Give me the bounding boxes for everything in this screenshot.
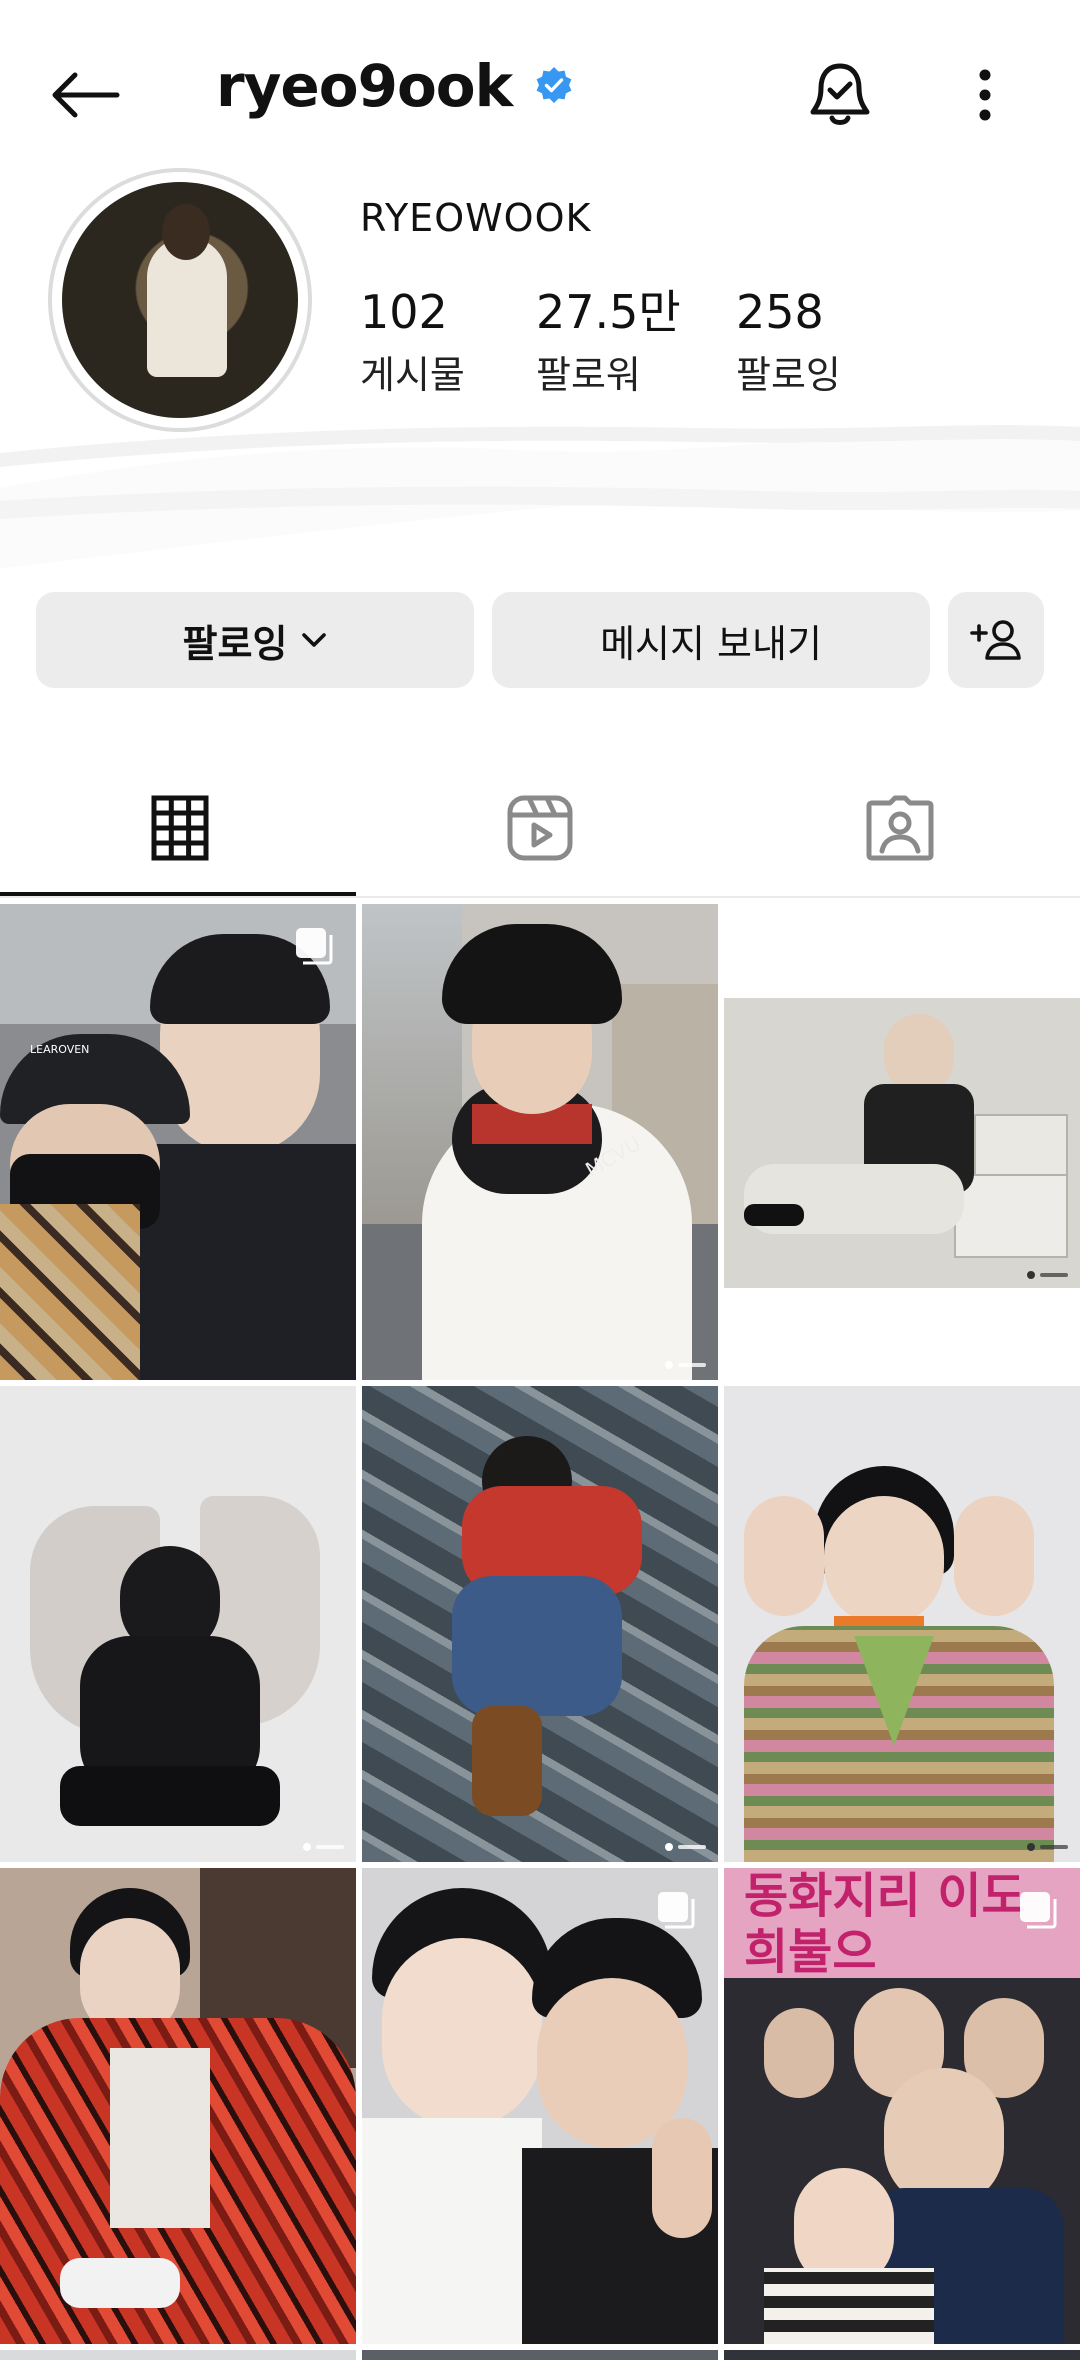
verified-badge-icon [536, 67, 572, 103]
reels-icon [507, 795, 573, 861]
reel-indicator-icon [1027, 1843, 1068, 1851]
add-user-button[interactable] [948, 592, 1044, 688]
post-tile[interactable] [362, 1868, 718, 2344]
message-button[interactable]: 메시지 보내기 [492, 592, 930, 688]
avatar [62, 182, 298, 418]
username-header: ryeo9ook [216, 48, 574, 124]
grid-icon [151, 795, 209, 861]
post-tile-partial[interactable] [724, 2350, 1080, 2360]
post-tile[interactable] [724, 1386, 1080, 1862]
redacted-bio-scribble [0, 425, 1080, 569]
reel-indicator-icon [1027, 1271, 1068, 1279]
post-tile[interactable] [0, 1386, 356, 1862]
reel-indicator-icon [303, 1843, 344, 1851]
carousel-icon [296, 928, 333, 965]
bell-check-icon [810, 63, 870, 125]
posts-count: 102 [360, 285, 448, 339]
post-tile[interactable]: LEAROVEN [0, 904, 356, 1380]
reel-indicator-icon [665, 1843, 706, 1851]
arrow-left-icon [52, 72, 120, 118]
following-label: 팔로잉 [736, 353, 841, 397]
following-button[interactable]: 팔로잉 [36, 592, 474, 688]
chevron-down-icon [302, 633, 327, 647]
post-tile[interactable] [362, 1386, 718, 1862]
post-tile-partial[interactable] [0, 2350, 356, 2360]
tab-grid[interactable] [0, 760, 360, 896]
tab-tagged[interactable] [720, 760, 1080, 896]
post-tile[interactable]: MCVU [362, 904, 718, 1380]
tab-divider [0, 896, 1080, 898]
carousel-icon [658, 1892, 695, 1929]
message-button-label: 메시지 보내기 [600, 621, 822, 666]
more-vertical-icon [979, 69, 991, 121]
add-user-icon [970, 620, 1021, 660]
followers-stat[interactable]: 27.5만 팔로워 [536, 282, 681, 400]
following-count: 258 [736, 285, 824, 339]
notifications-button[interactable] [795, 50, 885, 140]
posts-label: 게시물 [360, 353, 465, 397]
post-tile-partial[interactable] [362, 2350, 718, 2360]
tagged-user-icon [866, 795, 934, 861]
profile-avatar-ring[interactable] [48, 168, 312, 432]
carousel-icon [1020, 1892, 1057, 1929]
post-tile[interactable]: 동화지리 이도 희불으 [724, 1868, 1080, 2344]
cap-text: LEAROVEN [30, 1043, 90, 1056]
posts-stat: 102 게시물 [360, 282, 465, 400]
reel-indicator-icon [665, 1361, 706, 1369]
following-stat[interactable]: 258 팔로잉 [736, 282, 841, 400]
followers-label: 팔로워 [536, 353, 641, 397]
post-tile[interactable] [724, 904, 1080, 1380]
post-tile[interactable] [0, 1868, 356, 2344]
more-options-button[interactable] [940, 50, 1030, 140]
followers-count: 27.5만 [536, 285, 681, 339]
username: ryeo9ook [216, 52, 513, 120]
back-button[interactable] [40, 50, 130, 140]
display-name: RYEOWOOK [360, 196, 592, 240]
tab-reels[interactable] [360, 760, 720, 896]
following-button-label: 팔로잉 [182, 621, 288, 666]
